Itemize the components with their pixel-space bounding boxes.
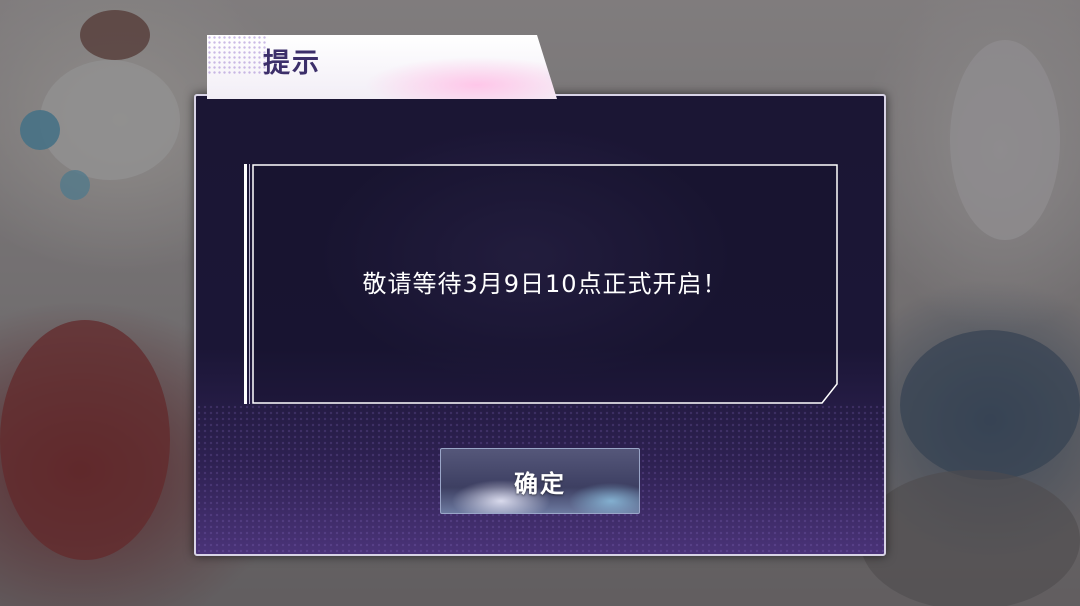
title-tab-dots (207, 35, 267, 75)
message-text: 敬请等待3月9日10点正式开启！ (362, 270, 728, 298)
confirm-button-label: 确定 (514, 469, 566, 498)
frame-accent-bar (244, 164, 247, 404)
frame-accent-line (249, 164, 250, 404)
dialog-title: 提示 (263, 48, 321, 79)
confirm-button[interactable]: 确定 (440, 448, 640, 514)
